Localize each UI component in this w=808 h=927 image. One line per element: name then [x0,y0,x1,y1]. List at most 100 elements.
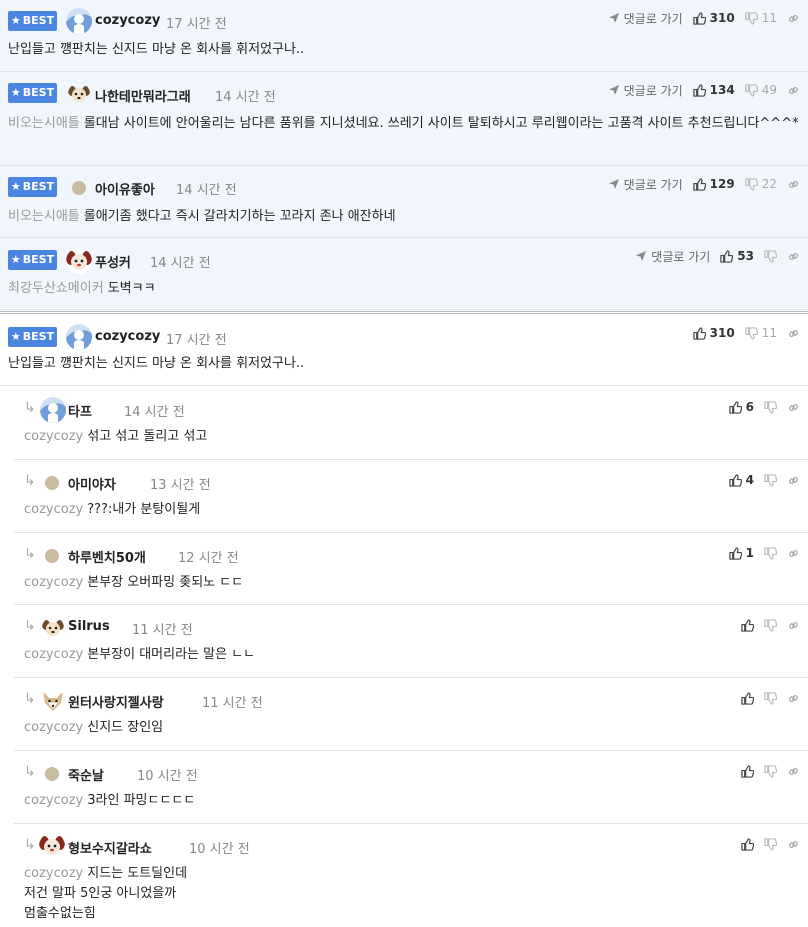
thumbs-down-icon [745,11,758,25]
like-button[interactable]: 129 [692,177,735,191]
mention[interactable]: cozycozy [24,793,83,808]
avatar[interactable] [66,324,92,350]
comment-text: cozycozy 3라인 파밍ㄷㄷㄷㄷ [24,793,196,808]
dislike-button[interactable]: 49 [745,83,777,97]
thumbs-down-icon [764,473,777,487]
reply-arrow-icon: ↳ [24,546,36,562]
link-button[interactable] [787,765,800,778]
best-comment: ★ BEST 아이유좋아 14 시간 전 댓글로 가기 129 22 비오는시애틀… [0,166,808,238]
avatar[interactable] [66,8,92,34]
avatar[interactable] [68,83,90,105]
thumbs-up-icon [728,473,742,487]
link-button[interactable] [787,547,800,560]
link-button[interactable] [787,838,800,851]
comment-text: 비오는시애틀 롤대남 사이트에 안어울리는 남다른 품위를 지니셨네요. 쓰레기 … [8,116,799,131]
comment-text: 난입들고 꺵판치는 신지드 마냥 온 회사를 휘저었구나.. [8,42,305,57]
avatar[interactable] [41,689,65,713]
avatar[interactable] [45,476,59,490]
comment-actions [731,615,800,635]
avatar[interactable] [42,617,64,639]
star-icon: ★ [10,253,21,266]
thumbs-up-icon [728,400,742,414]
best-badge: ★ BEST [8,83,57,103]
comment-actions: 댓글로 가기 310 11 [598,8,800,28]
goto-reply-button[interactable]: 댓글로 가기 [608,176,683,193]
nickname[interactable]: 형보수지갈라쇼 [68,838,152,857]
thumbs-down-icon [764,618,777,632]
nickname[interactable]: 아미야자 [68,474,116,493]
comment-text: cozycozy 신지드 장인임 [24,720,164,735]
link-icon [787,547,800,560]
mention[interactable]: 비오는시애틀 [8,116,80,131]
avatar[interactable] [66,248,92,274]
mention[interactable]: cozycozy [24,575,83,590]
nickname[interactable]: cozycozy [95,13,160,28]
send-icon [608,84,624,96]
like-button[interactable] [741,618,754,632]
best-badge: ★ BEST [8,177,57,197]
mention[interactable]: cozycozy [24,429,83,444]
link-button[interactable] [787,327,800,340]
dislike-button[interactable]: 22 [745,177,777,191]
like-button[interactable] [741,691,754,705]
like-button[interactable]: 6 [728,400,754,414]
thumbs-down-icon [745,326,758,340]
dislike-button[interactable] [764,400,777,414]
mention[interactable]: 비오는시애틀 [8,209,80,224]
like-button[interactable]: 134 [692,83,735,97]
comment-text: cozycozy 본부장이 대머리라는 말은 ㄴㄴ [24,647,256,662]
dislike-button[interactable] [764,618,777,632]
nickname[interactable]: 타프 [68,401,92,420]
dislike-button[interactable] [764,546,777,560]
dislike-button[interactable]: 11 [745,11,777,25]
link-icon [787,12,800,25]
goto-reply-button[interactable]: 댓글로 가기 [608,10,683,27]
dislike-button[interactable] [764,691,777,705]
nickname[interactable]: 죽순날 [68,765,104,784]
nickname[interactable]: 푸성커 [95,252,131,271]
nickname[interactable]: 나한테만뭐라그래 [95,86,191,105]
mention[interactable]: cozycozy [24,866,83,881]
link-button[interactable] [787,250,800,263]
mention[interactable]: 최강두산쇼메이커 [8,281,104,296]
avatar[interactable] [45,549,59,563]
mention[interactable]: cozycozy [24,502,83,517]
goto-reply-button[interactable]: 댓글로 가기 [635,248,710,265]
link-button[interactable] [787,12,800,25]
link-icon [787,619,800,632]
avatar[interactable] [40,397,66,423]
like-button[interactable]: 1 [728,546,754,560]
link-button[interactable] [787,474,800,487]
mention[interactable]: cozycozy [24,720,83,735]
avatar[interactable] [45,767,59,781]
like-button[interactable] [741,837,754,851]
dislike-button[interactable]: 11 [745,326,777,340]
like-button[interactable]: 310 [692,326,735,340]
nickname[interactable]: Silrus [68,619,110,634]
like-button[interactable]: 53 [720,249,754,263]
thumbs-down-icon [764,400,777,414]
send-icon [608,12,624,24]
nickname[interactable]: cozycozy [95,329,160,344]
mention[interactable]: cozycozy [24,647,83,662]
link-button[interactable] [787,692,800,705]
link-button[interactable] [787,178,800,191]
link-button[interactable] [787,84,800,97]
dislike-button[interactable] [764,473,777,487]
nickname[interactable]: 윈터사랑지젤사랑 [68,692,164,711]
dislike-button[interactable] [764,249,777,263]
goto-reply-button[interactable]: 댓글로 가기 [608,82,683,99]
dislike-button[interactable] [764,764,777,778]
comment-text: 최강두산쇼메이커 도벽ㅋㅋ [8,281,156,296]
timestamp: 12 시간 전 [178,551,239,566]
nickname[interactable]: 아이유좋아 [95,179,155,198]
like-button[interactable]: 310 [692,11,735,25]
link-button[interactable] [787,401,800,414]
link-button[interactable] [787,619,800,632]
nickname[interactable]: 하루벤치50개 [68,547,146,566]
dislike-button[interactable] [764,837,777,851]
avatar[interactable] [39,833,65,859]
like-button[interactable] [741,764,754,778]
avatar[interactable] [72,181,86,195]
like-button[interactable]: 4 [728,473,754,487]
